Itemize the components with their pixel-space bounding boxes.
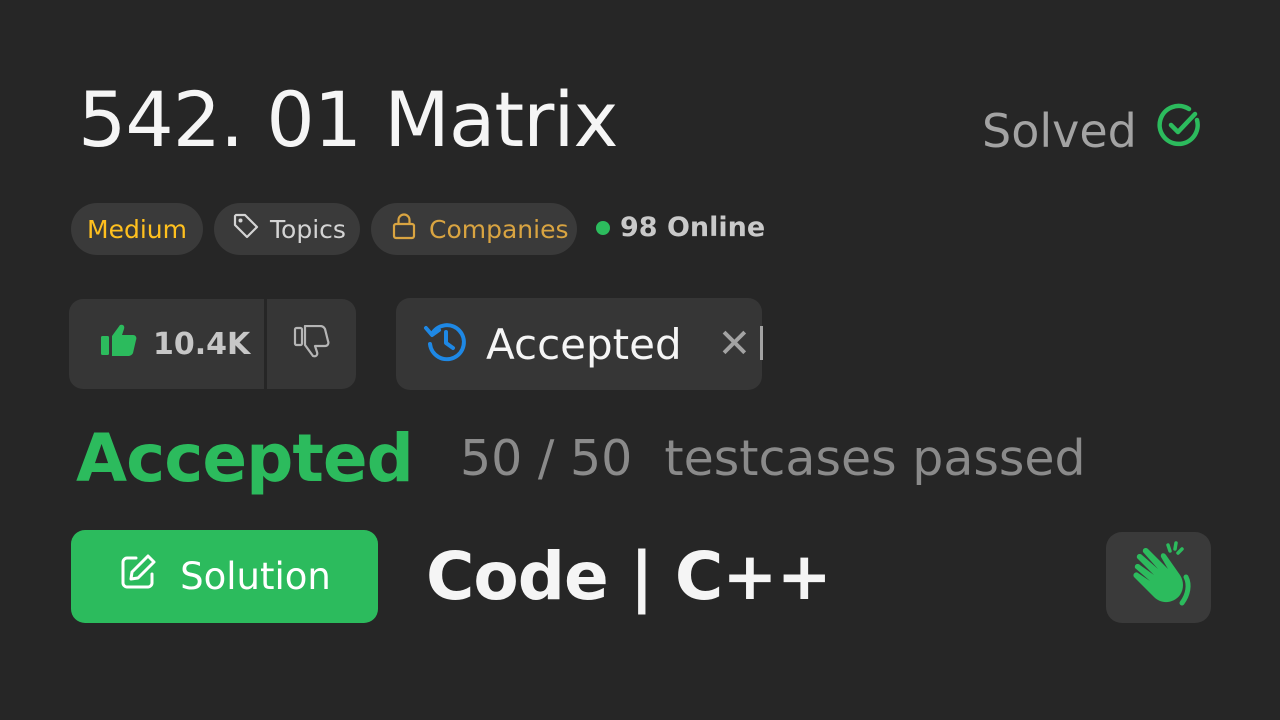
companies-button[interactable]: Companies xyxy=(371,203,577,255)
topics-button[interactable]: Topics xyxy=(214,203,360,255)
submission-tab[interactable]: Accepted ✕ xyxy=(396,298,762,390)
tab-divider xyxy=(760,326,763,360)
vote-box: 10.4K xyxy=(69,299,356,389)
result-status: Accepted xyxy=(76,420,414,497)
difficulty-label: Medium xyxy=(87,214,187,244)
online-count: 98 Online xyxy=(596,212,765,243)
testcases-summary: 50 / 50 testcases passed xyxy=(460,430,1086,487)
code-heading: Code | C++ xyxy=(426,538,832,615)
like-button[interactable]: 10.4K xyxy=(69,299,264,389)
history-icon xyxy=(422,318,470,370)
close-icon[interactable]: ✕ xyxy=(718,324,752,364)
thumbs-up-icon xyxy=(99,322,139,366)
waving-hand-icon xyxy=(1120,537,1198,619)
topics-label: Topics xyxy=(270,214,346,244)
problem-title: 542. 01 Matrix xyxy=(78,75,619,164)
online-dot xyxy=(596,220,610,235)
lock-icon xyxy=(391,212,417,246)
testcases-label: testcases passed xyxy=(664,430,1086,487)
solved-label: Solved xyxy=(982,103,1137,158)
solution-label: Solution xyxy=(180,555,331,598)
online-text: 98 Online xyxy=(620,212,766,243)
edit-icon xyxy=(118,552,158,601)
difficulty-badge: Medium xyxy=(71,203,203,255)
solution-button[interactable]: Solution xyxy=(71,530,378,623)
solved-status: Solved xyxy=(982,100,1205,161)
wave-button[interactable] xyxy=(1106,532,1211,623)
check-circle-icon xyxy=(1155,100,1205,161)
thumbs-down-icon xyxy=(293,324,331,363)
testcases-count: 50 / 50 xyxy=(460,430,633,487)
dislike-button[interactable] xyxy=(267,299,356,389)
submission-tab-label: Accepted xyxy=(486,319,682,369)
like-count: 10.4K xyxy=(153,326,251,362)
tag-icon xyxy=(232,212,260,246)
companies-label: Companies xyxy=(429,214,569,244)
